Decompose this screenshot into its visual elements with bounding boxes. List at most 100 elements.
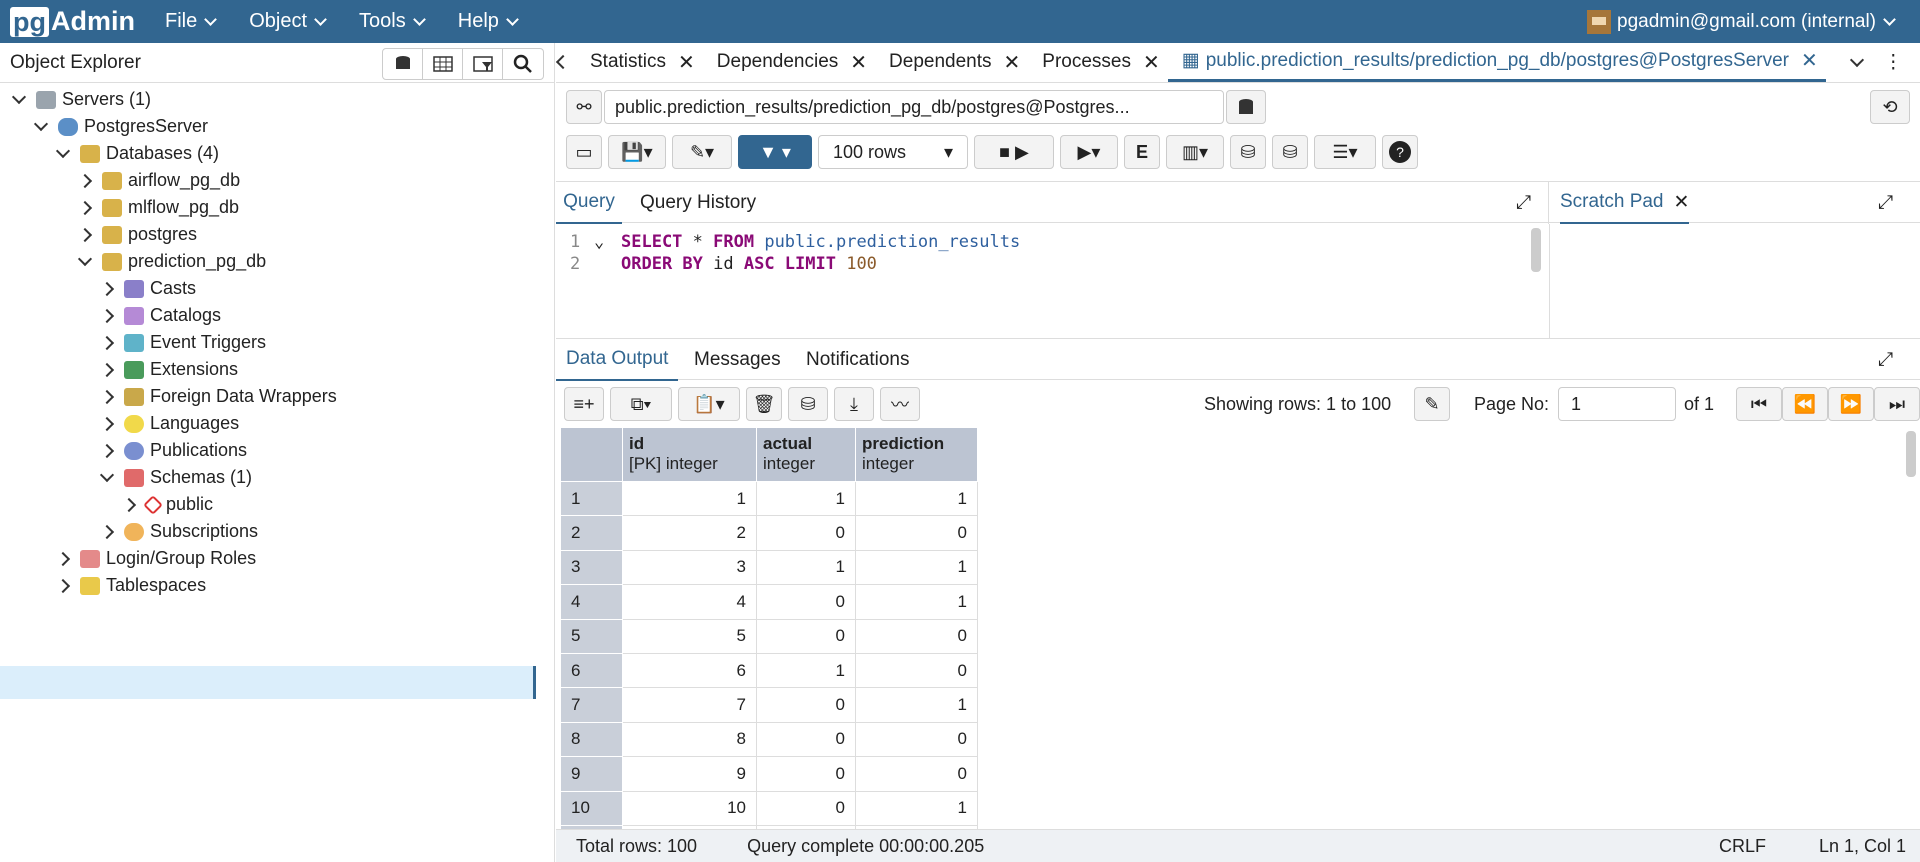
chevron-down-icon[interactable] <box>55 143 71 159</box>
table-row[interactable]: 1111 <box>560 480 978 517</box>
table-cell[interactable]: 10 <box>622 790 757 826</box>
stop-execute-icon[interactable]: ■ ▶ <box>974 135 1054 169</box>
row-number[interactable]: 6 <box>560 652 623 689</box>
prev-page-icon[interactable]: ⏪ <box>1782 387 1828 421</box>
chevron-down-icon[interactable] <box>99 467 115 483</box>
tab-query-tool[interactable]: ▦ public.prediction_results/prediction_pg… <box>1167 42 1826 82</box>
menu-tools[interactable]: Tools <box>359 10 426 33</box>
table-cell[interactable]: 1 <box>855 790 978 826</box>
first-page-icon[interactable]: ⏮ <box>1736 387 1782 421</box>
table-cell[interactable]: 4 <box>622 584 757 620</box>
row-number[interactable]: 5 <box>560 618 623 654</box>
table-cell[interactable]: 1 <box>622 480 757 517</box>
table-cell[interactable]: 1 <box>855 480 978 517</box>
table-cell[interactable]: 0 <box>855 652 978 689</box>
next-page-icon[interactable]: ⏩ <box>1828 387 1874 421</box>
table-cell[interactable]: 8 <box>622 721 757 758</box>
chevron-right-icon[interactable] <box>99 524 115 539</box>
chevron-right-icon[interactable] <box>55 578 71 593</box>
row-number[interactable]: 1 <box>560 480 623 517</box>
view-data-icon[interactable] <box>423 49 463 79</box>
chevron-right-icon[interactable] <box>99 335 115 350</box>
menu-help[interactable]: Help <box>458 10 519 33</box>
connection-select[interactable]: public.prediction_results/prediction_pg_… <box>604 90 1224 124</box>
tab-dependencies[interactable]: Dependencies ✕ <box>703 42 875 82</box>
page-number-input[interactable]: 1 <box>1558 387 1676 421</box>
table-cell[interactable]: 1 <box>756 652 856 689</box>
row-number[interactable]: 7 <box>560 687 623 723</box>
paste-icon[interactable]: 📋▾ <box>678 387 740 421</box>
row-number[interactable]: 3 <box>560 549 623 586</box>
more-icon[interactable]: ⋮ <box>1884 51 1903 74</box>
row-number[interactable]: 9 <box>560 756 623 792</box>
chevron-right-icon[interactable] <box>99 362 115 377</box>
macros-icon[interactable]: ☰▾ <box>1314 135 1376 169</box>
close-icon[interactable]: ✕ <box>1801 48 1818 73</box>
table-row[interactable]: 10 10 0 1 <box>560 790 978 826</box>
chevron-down-icon[interactable] <box>77 251 93 267</box>
table-cell[interactable]: 3 <box>622 549 757 586</box>
delete-icon[interactable]: 🗑 <box>746 387 782 421</box>
explain-icon[interactable]: E <box>1124 135 1160 169</box>
table-cell[interactable]: 0 <box>756 515 856 551</box>
sql-editor[interactable]: 1 2 ⌄ SELECT * FROM public.prediction_re… <box>556 224 1546 338</box>
row-number[interactable]: 8 <box>560 721 623 758</box>
download-icon[interactable]: ⤓ <box>834 387 874 421</box>
close-icon[interactable]: ✕ <box>678 50 695 75</box>
table-cell[interactable]: 0 <box>756 584 856 620</box>
edit-rows-icon[interactable]: ✎ <box>1414 387 1450 421</box>
table-row[interactable]: 8800 <box>560 721 978 758</box>
table-cell[interactable]: 7 <box>622 687 757 723</box>
table-cell[interactable]: 1 <box>756 480 856 517</box>
edit-icon[interactable]: ✎▾ <box>672 135 732 169</box>
close-icon[interactable]: ✕ <box>1004 50 1021 75</box>
column-header-prediction[interactable]: prediction integer <box>855 427 978 482</box>
tree-node-tablespaces[interactable]: Tablespaces <box>55 569 206 602</box>
table-row[interactable]: 4401 <box>560 584 978 620</box>
chevron-right-icon[interactable] <box>77 227 93 242</box>
table-cell[interactable]: 0 <box>756 618 856 654</box>
chevron-right-icon[interactable] <box>99 308 115 323</box>
chevron-right-icon[interactable] <box>77 173 93 188</box>
chevron-right-icon[interactable] <box>55 551 71 566</box>
table-row[interactable]: 2200 <box>560 515 978 551</box>
tab-scroll-left[interactable] <box>555 42 576 82</box>
table-cell[interactable]: 0 <box>756 721 856 758</box>
save-data-icon[interactable]: ⛁ <box>788 387 828 421</box>
table-cell[interactable]: 0 <box>756 790 856 826</box>
tab-dependents[interactable]: Dependents ✕ <box>875 42 1028 82</box>
tab-data-output[interactable]: Data Output <box>556 339 679 381</box>
save-icon[interactable]: 💾▾ <box>608 135 666 169</box>
table-row[interactable]: 3311 <box>560 549 978 586</box>
tab-query[interactable]: Query <box>556 182 622 224</box>
table-row[interactable]: 5500 <box>560 618 978 654</box>
expand-icon[interactable]: ⤢ <box>1516 182 1531 224</box>
chevron-down-icon[interactable] <box>1849 52 1864 67</box>
new-connection-icon[interactable] <box>1226 90 1266 124</box>
refresh-icon[interactable]: ⟲ <box>1870 90 1910 124</box>
query-tool-icon[interactable] <box>383 49 423 79</box>
table-cell[interactable]: 1 <box>855 687 978 723</box>
row-number[interactable]: 2 <box>560 515 623 551</box>
expand-icon[interactable]: ⤢ <box>1878 182 1893 224</box>
tab-messages[interactable]: Messages <box>694 339 781 381</box>
chevron-left-icon[interactable] <box>555 54 571 70</box>
table-cell[interactable]: 1 <box>855 549 978 586</box>
row-number[interactable]: 4 <box>560 584 623 620</box>
table-cell[interactable]: 1 <box>756 549 856 586</box>
user-menu[interactable]: pgadmin@gmail.com (internal) <box>1587 0 1896 43</box>
tab-scratch-pad[interactable]: Scratch Pad ✕ <box>1560 182 1690 224</box>
table-row[interactable]: 6610 <box>560 652 978 689</box>
table-cell[interactable]: 2 <box>622 515 757 551</box>
explain-analyze-icon[interactable]: ▥▾ <box>1166 135 1224 169</box>
help-icon[interactable]: ? <box>1382 135 1418 169</box>
table-cell[interactable]: 0 <box>756 756 856 792</box>
grid-scrollbar[interactable] <box>1906 431 1916 477</box>
menu-file[interactable]: File <box>165 10 218 33</box>
copy-icon[interactable]: ⧉▾ <box>610 387 672 421</box>
rows-limit-select[interactable]: 100 rows ▾ <box>818 135 968 169</box>
table-cell[interactable]: 0 <box>855 756 978 792</box>
table-cell[interactable]: 0 <box>855 618 978 654</box>
table-row[interactable]: 7701 <box>560 687 978 723</box>
execute-options-icon[interactable]: ▶▾ <box>1060 135 1118 169</box>
